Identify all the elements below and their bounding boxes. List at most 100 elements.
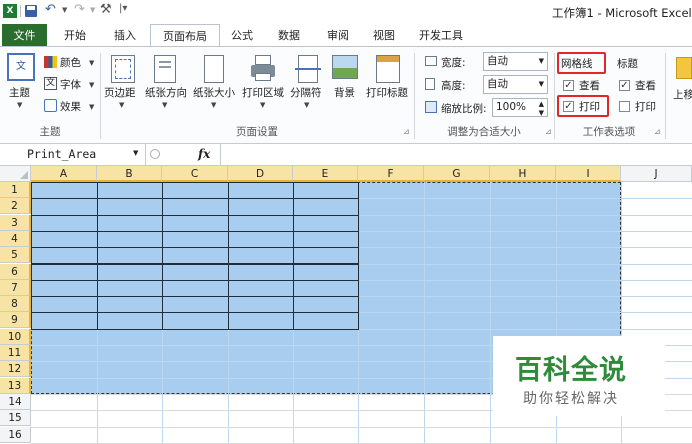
theme-colors-dropdown-icon[interactable]: ▼ [89, 59, 94, 67]
theme-colors-icon[interactable] [44, 56, 57, 68]
breaks-icon[interactable] [295, 55, 321, 83]
select-all-button[interactable] [0, 166, 31, 182]
row-header-9[interactable]: 9 [0, 312, 31, 329]
bordered-cell[interactable] [293, 247, 359, 265]
column-header-d[interactable]: D [228, 166, 293, 182]
theme-effects-label[interactable]: 效果 [60, 99, 81, 114]
tab-home[interactable]: 开始 [55, 24, 95, 47]
tools-icon[interactable]: ⚒ [100, 2, 112, 17]
row-header-12[interactable]: 12 [0, 361, 31, 378]
bordered-cell[interactable] [97, 263, 163, 281]
tab-review[interactable]: 审阅 [320, 24, 356, 47]
row-header-10[interactable]: 10 [0, 328, 31, 345]
headings-print-label[interactable]: 打印 [635, 99, 656, 114]
bordered-cell[interactable] [293, 263, 359, 281]
formula-input[interactable] [220, 144, 692, 165]
gridlines-view-label[interactable]: 查看 [579, 78, 600, 93]
theme-colors-label[interactable]: 颜色 [60, 55, 81, 70]
bordered-cell[interactable] [228, 279, 294, 298]
bordered-cell[interactable] [31, 312, 98, 330]
margins-icon[interactable] [111, 55, 135, 83]
bordered-cell[interactable] [162, 263, 229, 281]
theme-fonts-icon[interactable]: 文 [44, 77, 57, 90]
column-header-g[interactable]: G [424, 166, 490, 182]
width-select[interactable]: 自动 ▼ [483, 52, 548, 71]
bordered-cell[interactable] [162, 247, 229, 265]
column-header-c[interactable]: C [162, 166, 228, 182]
headings-view-checkbox[interactable]: ✓ [619, 80, 630, 91]
bordered-cell[interactable] [293, 182, 359, 200]
bordered-cell[interactable] [97, 182, 163, 200]
bordered-cell[interactable] [31, 263, 98, 281]
bordered-cell[interactable] [97, 312, 163, 330]
page-size-dropdown-icon[interactable]: ▼ [211, 101, 216, 109]
bring-forward-label[interactable]: 上移 [673, 87, 692, 102]
width-dropdown-icon[interactable]: ▼ [539, 53, 544, 70]
margins-label[interactable]: 页边距 [104, 85, 136, 100]
print-area-icon[interactable] [251, 55, 277, 83]
bordered-cell[interactable] [31, 182, 98, 200]
worksheet-grid[interactable]: ABCDEFGHIJ 1 2 3 4 5 6 7 8 9 10 11 12 13 14 15 16 百科全说 … [0, 166, 692, 444]
bordered-cell[interactable] [293, 312, 359, 330]
orientation-label[interactable]: 纸张方向 [145, 85, 187, 100]
undo-dropdown-icon[interactable]: ▼ [62, 6, 67, 14]
bordered-cell[interactable] [31, 247, 98, 265]
sheet-options-launcher-icon[interactable]: ⊿ [654, 127, 661, 136]
bordered-cell[interactable] [97, 214, 163, 232]
excel-logo-icon[interactable]: X [3, 4, 17, 18]
tab-developer[interactable]: 开发工具 [413, 24, 469, 47]
bordered-cell[interactable] [293, 279, 359, 298]
breaks-label[interactable]: 分隔符 [290, 85, 322, 100]
bordered-cell[interactable] [97, 296, 163, 314]
bordered-cell[interactable] [293, 198, 359, 216]
bordered-cell[interactable] [228, 247, 294, 265]
column-header-h[interactable]: H [490, 166, 556, 182]
undo-icon[interactable]: ↶ [45, 2, 56, 17]
name-box[interactable]: Print_Area ▼ [0, 144, 146, 165]
row-header-1[interactable]: 1 [0, 182, 31, 198]
height-dropdown-icon[interactable]: ▼ [539, 76, 544, 93]
row-header-2[interactable]: 2 [0, 198, 31, 215]
row-header-4[interactable]: 4 [0, 230, 31, 247]
column-header-b[interactable]: B [97, 166, 162, 182]
formula-bar-expander-icon[interactable] [150, 149, 160, 159]
bordered-cell[interactable] [31, 296, 98, 314]
height-select[interactable]: 自动 ▼ [483, 75, 548, 94]
bordered-cell[interactable] [293, 214, 359, 232]
bordered-cell[interactable] [293, 230, 359, 249]
column-header-f[interactable]: F [358, 166, 424, 182]
gridlines-view-checkbox[interactable]: ✓ [563, 80, 574, 91]
tab-data[interactable]: 数据 [272, 24, 306, 47]
scale-launcher-icon[interactable]: ⊿ [545, 127, 552, 136]
bordered-cell[interactable] [228, 296, 294, 314]
bordered-cell[interactable] [97, 230, 163, 249]
bordered-cell[interactable] [31, 214, 98, 232]
bordered-cell[interactable] [97, 247, 163, 265]
bordered-cell[interactable] [293, 296, 359, 314]
name-box-dropdown-icon[interactable]: ▼ [133, 149, 138, 157]
row-header-6[interactable]: 6 [0, 263, 31, 280]
headings-view-label[interactable]: 查看 [635, 78, 656, 93]
bordered-cell[interactable] [31, 279, 98, 298]
breaks-dropdown-icon[interactable]: ▼ [304, 101, 309, 109]
column-header-e[interactable]: E [293, 166, 358, 182]
bordered-cell[interactable] [162, 198, 229, 216]
column-header-i[interactable]: I [556, 166, 621, 182]
bordered-cell[interactable] [162, 312, 229, 330]
bordered-cell[interactable] [228, 182, 294, 200]
orientation-dropdown-icon[interactable]: ▼ [162, 101, 167, 109]
row-header-5[interactable]: 5 [0, 247, 31, 264]
page-size-icon[interactable] [204, 55, 224, 83]
column-header-a[interactable]: A [31, 166, 97, 182]
bordered-cell[interactable] [97, 279, 163, 298]
row-header-15[interactable]: 15 [0, 410, 31, 427]
bordered-cell[interactable] [31, 198, 98, 216]
orientation-icon[interactable] [154, 55, 176, 83]
redo-icon[interactable]: ↷ [74, 2, 85, 17]
theme-effects-dropdown-icon[interactable]: ▼ [89, 103, 94, 111]
bring-forward-icon[interactable] [676, 57, 692, 79]
print-titles-label[interactable]: 打印标题 [366, 85, 408, 100]
theme-effects-icon[interactable] [44, 99, 57, 112]
print-area-label[interactable]: 打印区域 [242, 85, 284, 100]
headings-print-checkbox[interactable] [619, 101, 630, 112]
